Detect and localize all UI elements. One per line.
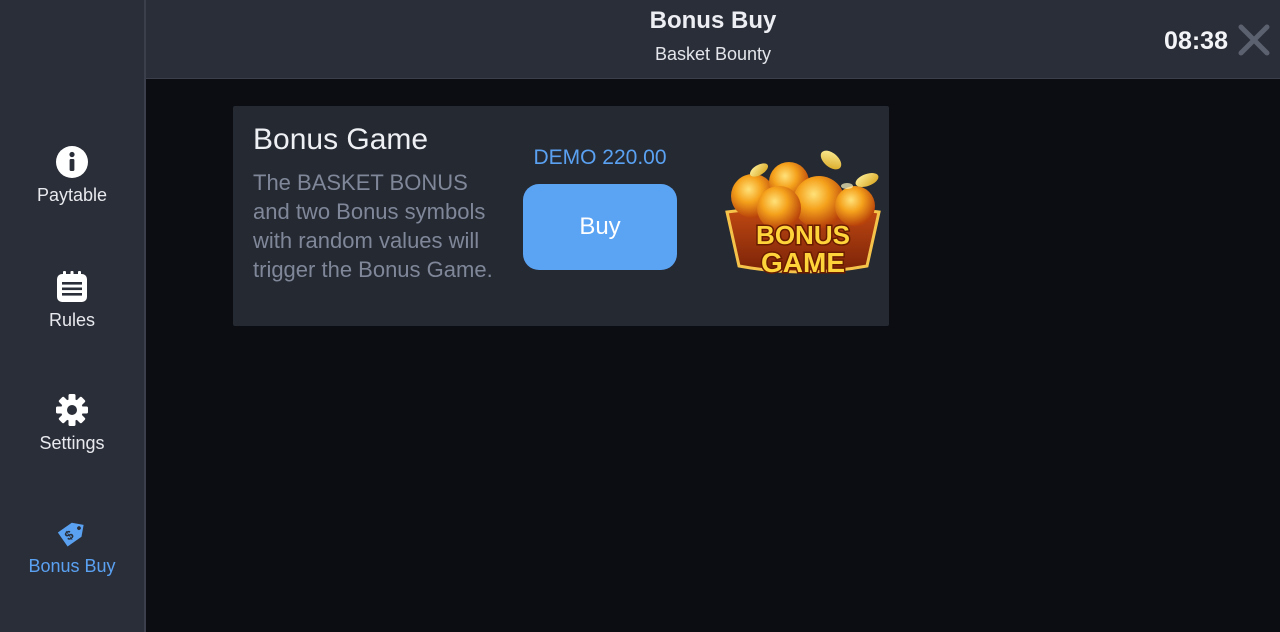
bonus-game-title: Bonus Game xyxy=(253,123,429,156)
bonus-price: DEMO 220.00 xyxy=(533,146,667,169)
buy-button[interactable]: Buy xyxy=(523,184,677,270)
art-text-line2: GAME xyxy=(761,247,845,278)
bonus-game-card: Bonus Game The BASKET BONUS and two Bonu… xyxy=(233,106,889,326)
close-icon[interactable] xyxy=(1236,22,1272,58)
header-bar: Bonus Buy Basket Bounty 08:38 xyxy=(146,0,1280,79)
bonus-game-description: The BASKET BONUS and two Bonus symbols w… xyxy=(253,170,493,282)
art-text-line1: BONUS xyxy=(756,220,850,250)
sidebar-item-label: Paytable xyxy=(36,185,108,205)
gear-icon xyxy=(55,393,89,427)
sidebar-item-bonus-buy[interactable]: $ Bonus Buy xyxy=(0,516,144,577)
sidebar-item-rules[interactable]: Rules xyxy=(0,270,144,331)
game-name: Basket Bounty xyxy=(654,44,772,64)
sidebar: Paytable Rules Settings $ Bonus Buy xyxy=(0,0,146,632)
clock: 08:38 xyxy=(1164,27,1228,55)
price-tag-icon: $ xyxy=(55,516,89,550)
sidebar-item-label: Rules xyxy=(48,310,96,330)
sidebar-item-label: Settings xyxy=(39,433,105,453)
info-icon xyxy=(55,145,89,179)
bonus-game-artwork: BONUS GAME xyxy=(719,146,887,286)
page-title: Bonus Buy xyxy=(649,7,777,34)
sidebar-item-label: Bonus Buy xyxy=(28,556,116,576)
sidebar-item-paytable[interactable]: Paytable xyxy=(0,145,144,206)
rules-list-icon xyxy=(55,270,89,304)
sidebar-item-settings[interactable]: Settings xyxy=(0,393,144,454)
